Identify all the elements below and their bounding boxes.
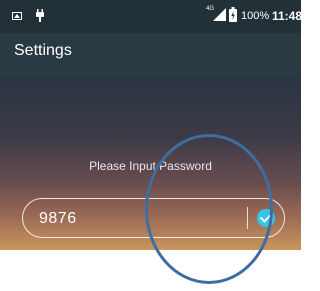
password-screen: Please Input Password 9876 <box>0 77 301 250</box>
page-title: Settings <box>14 42 72 59</box>
bottom-area <box>0 250 301 291</box>
status-time: 11:48 <box>272 9 303 23</box>
battery-icon <box>229 7 237 22</box>
status-bar: 4G 100% 11:48 <box>0 0 303 33</box>
battery-percent: 100% <box>241 10 270 22</box>
plug-icon <box>35 9 45 22</box>
password-input[interactable]: 9876 <box>22 198 285 238</box>
password-prompt: Please Input Password <box>89 159 212 173</box>
network-type-label: 4G <box>206 6 215 12</box>
signal-icon <box>213 8 226 21</box>
password-input-value[interactable]: 9876 <box>39 210 77 228</box>
image-icon <box>12 12 22 20</box>
app-bar: Settings <box>0 33 301 77</box>
confirm-button[interactable] <box>257 209 275 227</box>
input-divider <box>247 207 248 229</box>
check-icon <box>260 213 272 223</box>
